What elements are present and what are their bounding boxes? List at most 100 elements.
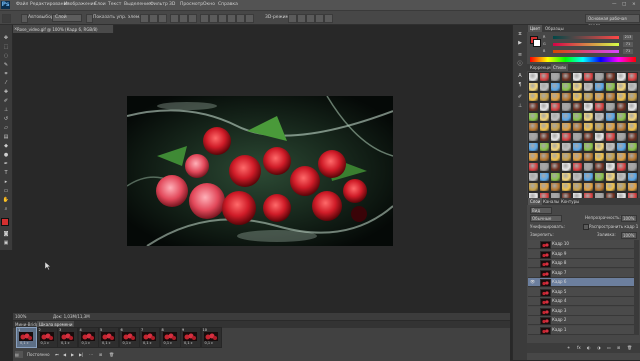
style-swatch[interactable] — [539, 92, 550, 102]
layer-row[interactable]: Кадр 1 — [528, 325, 634, 335]
paragraph-panel-icon[interactable]: ¶ — [516, 82, 524, 89]
tab-styles[interactable]: Стили — [551, 64, 568, 71]
crop-tool-icon[interactable]: ⌗ — [2, 71, 10, 77]
autoselect-dropdown[interactable]: Слой — [52, 14, 82, 22]
style-swatch[interactable] — [605, 182, 616, 192]
animation-frame[interactable]: 3 0,1 с — [57, 327, 78, 348]
style-swatch[interactable] — [627, 172, 638, 182]
style-swatch[interactable] — [572, 72, 583, 82]
menu-image[interactable]: Изображение — [64, 2, 96, 7]
style-swatch[interactable] — [605, 72, 616, 82]
style-swatch[interactable] — [583, 112, 594, 122]
new-group-icon[interactable]: ▭ — [607, 345, 611, 350]
menu-layers[interactable]: Слои — [94, 2, 106, 7]
loop-options-dropdown[interactable]: Постоянно — [27, 351, 50, 358]
style-swatch[interactable] — [550, 122, 561, 132]
style-swatch[interactable] — [539, 102, 550, 112]
style-swatch[interactable] — [594, 112, 605, 122]
blue-slider[interactable]: B 71 — [543, 49, 635, 54]
align-left-icon[interactable] — [170, 14, 179, 23]
style-swatch[interactable] — [561, 82, 572, 92]
autoselect-checkbox[interactable] — [21, 14, 28, 23]
3d-roll-icon[interactable] — [297, 14, 306, 23]
blur-tool-icon[interactable]: ◆ — [2, 143, 10, 149]
style-swatch[interactable] — [572, 122, 583, 132]
style-swatch[interactable] — [583, 132, 594, 142]
frame-delay-dropdown[interactable]: 0,1 с — [205, 341, 214, 345]
zoom-tool-icon[interactable]: ⌕ — [2, 206, 10, 212]
style-swatch[interactable] — [616, 172, 627, 182]
frame-delay-dropdown[interactable]: 0,1 с — [102, 341, 111, 345]
style-swatch[interactable] — [605, 172, 616, 182]
style-swatch[interactable] — [594, 172, 605, 182]
style-swatch[interactable] — [616, 122, 627, 132]
history-panel-icon[interactable]: ⧖ — [516, 31, 524, 38]
style-swatch[interactable] — [583, 72, 594, 82]
animation-frame[interactable]: 7 0,1 с — [139, 327, 160, 348]
style-swatch[interactable] — [550, 152, 561, 162]
layer-row[interactable]: Кадр 2 — [528, 316, 634, 325]
style-swatch[interactable] — [561, 142, 572, 152]
style-swatch[interactable] — [627, 112, 638, 122]
style-swatch[interactable] — [605, 92, 616, 102]
style-swatch[interactable] — [583, 92, 594, 102]
layer-row[interactable]: Кадр 10 — [528, 240, 634, 249]
style-swatch[interactable] — [594, 122, 605, 132]
clone-stamp-tool-icon[interactable]: ⊥ — [2, 107, 10, 113]
first-frame-icon[interactable]: ⏮ — [55, 351, 59, 358]
style-swatch[interactable] — [539, 112, 550, 122]
animation-frame[interactable]: 10 0,1 с — [200, 327, 222, 348]
menu-view[interactable]: Просмотр — [180, 2, 203, 7]
menu-help[interactable]: Справка — [218, 2, 238, 7]
style-swatch[interactable] — [561, 182, 572, 192]
history-brush-tool-icon[interactable]: ↺ — [2, 116, 10, 122]
style-swatch[interactable] — [550, 102, 561, 112]
style-swatch[interactable] — [550, 162, 561, 172]
dodge-tool-icon[interactable]: ● — [2, 152, 10, 158]
style-swatch[interactable] — [605, 152, 616, 162]
color-spectrum-ramp[interactable] — [530, 57, 636, 62]
lasso-tool-icon[interactable]: ◌ — [2, 53, 10, 59]
animation-frame[interactable]: 2 0,1 с — [36, 327, 58, 348]
properties-panel-icon[interactable]: ≡ — [516, 52, 524, 59]
tab-swatches[interactable]: Образцы — [543, 25, 566, 32]
move-tool-icon[interactable]: ✥ — [2, 35, 10, 41]
add-style-icon[interactable]: fx — [577, 345, 581, 350]
style-swatch[interactable] — [627, 102, 638, 112]
path-select-tool-icon[interactable]: ▸ — [2, 179, 10, 185]
healing-brush-tool-icon[interactable]: ✚ — [2, 89, 10, 95]
prev-frame-icon[interactable]: ◀ — [63, 351, 66, 358]
distribute-right-icon[interactable] — [245, 14, 254, 23]
style-swatch[interactable] — [594, 102, 605, 112]
layer-filter-dropdown[interactable]: Вид — [530, 207, 552, 214]
layer-row[interactable]: Кадр 7 — [528, 268, 634, 278]
style-swatch[interactable] — [572, 152, 583, 162]
green-value[interactable]: 71 — [623, 42, 633, 47]
style-swatch[interactable] — [561, 102, 572, 112]
distribute-left-icon[interactable] — [227, 14, 236, 23]
style-swatch[interactable] — [572, 132, 583, 142]
frame-delay-dropdown[interactable]: 0,1 с — [123, 341, 132, 345]
style-swatch[interactable] — [594, 92, 605, 102]
style-swatch[interactable] — [583, 162, 594, 172]
new-layer-icon[interactable]: ⊞ — [617, 345, 620, 350]
layer-row[interactable]: Кадр 8 — [528, 259, 634, 268]
style-swatch[interactable] — [550, 82, 561, 92]
blue-value[interactable]: 71 — [623, 49, 633, 54]
type-tool-icon[interactable]: T — [2, 170, 10, 176]
menu-window[interactable]: Окно — [203, 2, 215, 7]
blend-mode-dropdown[interactable]: Обычные — [530, 215, 562, 222]
style-swatch[interactable] — [539, 142, 550, 152]
animation-frame[interactable]: 9 0,1 с — [180, 327, 201, 348]
style-swatch[interactable] — [572, 142, 583, 152]
style-swatch[interactable] — [561, 72, 572, 82]
style-swatch[interactable] — [572, 82, 583, 92]
style-swatch[interactable] — [583, 172, 594, 182]
new-frame-icon[interactable]: ⊞ — [99, 351, 102, 358]
style-swatch[interactable] — [561, 162, 572, 172]
layer-row[interactable]: Кадр 5 — [528, 287, 634, 297]
frame-delay-dropdown[interactable]: 0,1 с — [164, 341, 173, 345]
style-swatch[interactable] — [528, 112, 539, 122]
style-swatch[interactable] — [561, 92, 572, 102]
minimize-button[interactable]: — — [612, 2, 617, 7]
